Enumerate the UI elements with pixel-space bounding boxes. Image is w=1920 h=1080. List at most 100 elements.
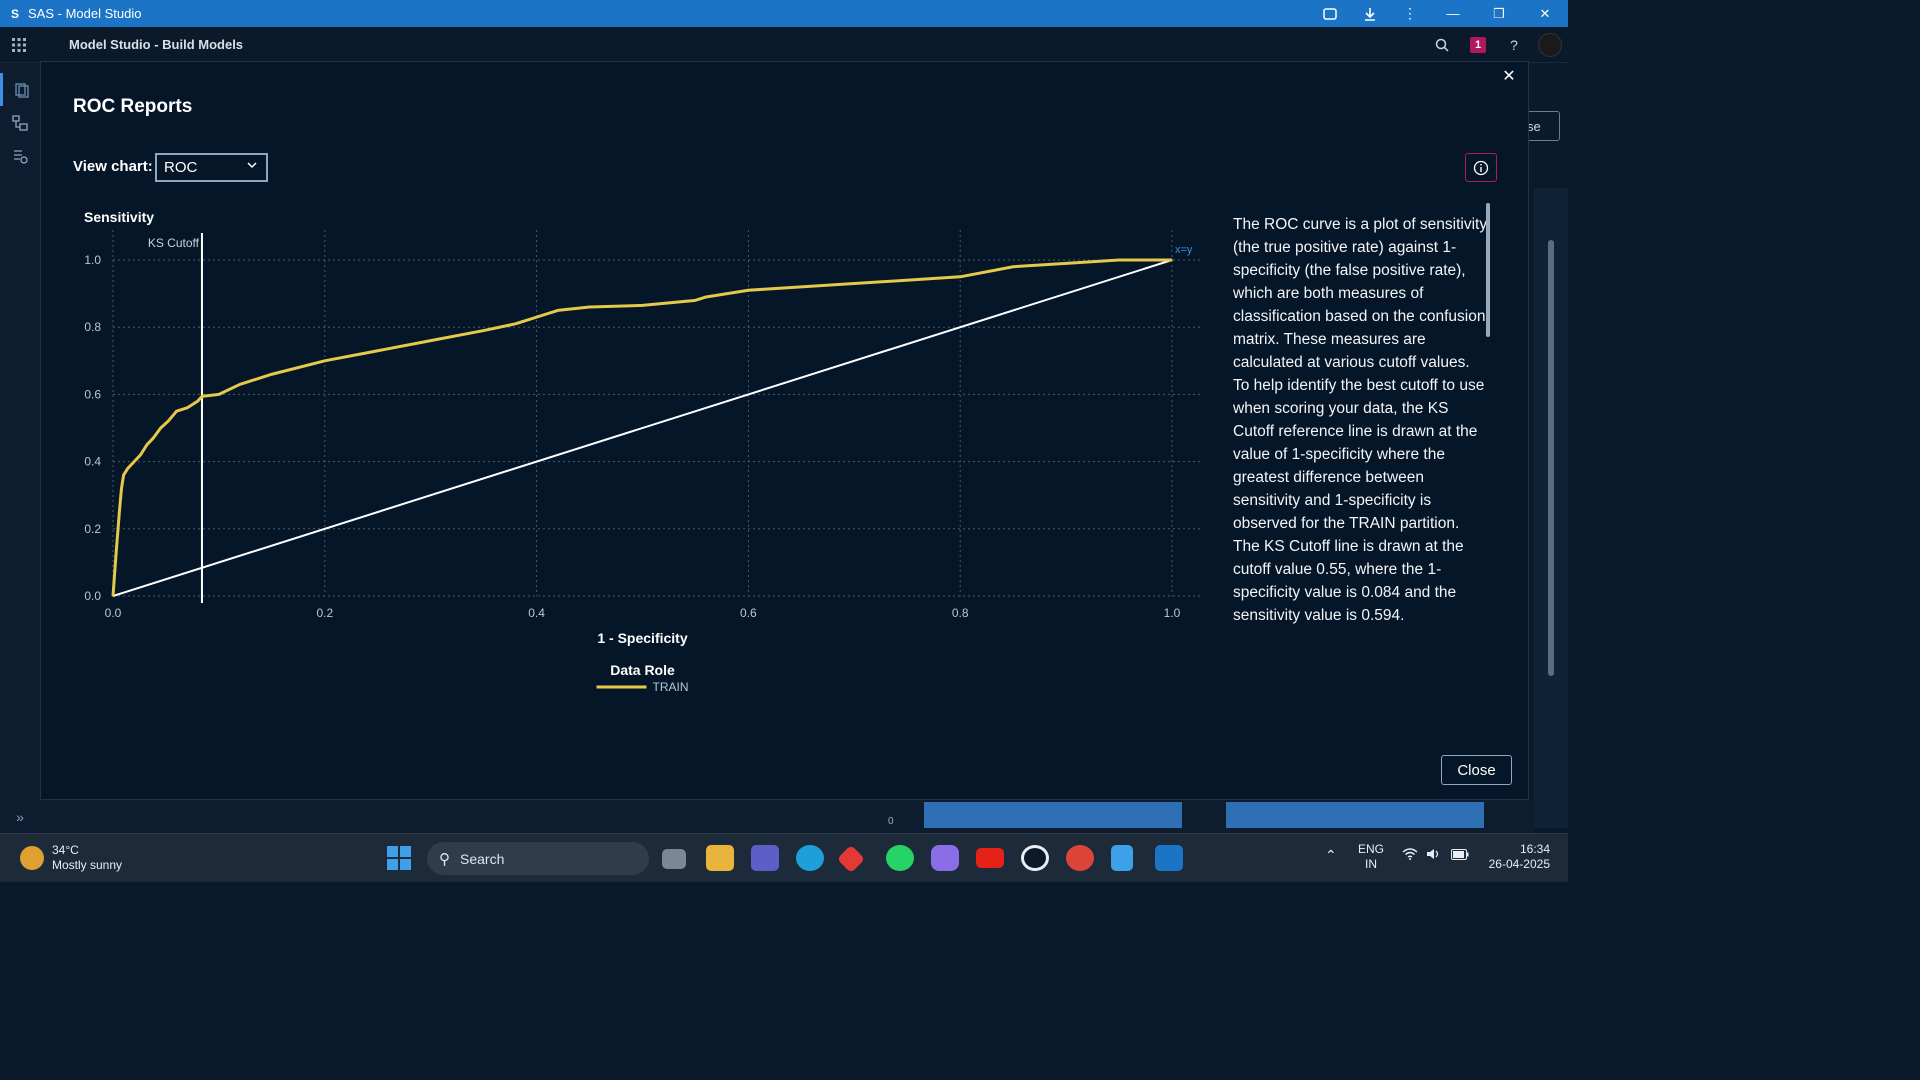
help-icon[interactable]: ?	[1496, 27, 1532, 63]
search-icon[interactable]	[1424, 27, 1460, 63]
roc-data-point	[218, 393, 220, 396]
notepad-icon[interactable]	[1111, 845, 1133, 871]
info-button[interactable]	[1465, 153, 1497, 182]
view-chart-label: View chart:	[73, 158, 153, 175]
clock[interactable]: 16:34 26-04-2025	[1484, 842, 1550, 872]
task-view-icon[interactable]	[662, 849, 686, 869]
y-tick-label: 0.6	[84, 387, 101, 401]
edge-icon[interactable]	[796, 845, 824, 871]
x-tick-label: 0.6	[740, 606, 757, 620]
sas-logo-icon: S	[10, 6, 19, 21]
search-icon: ⚲	[439, 850, 450, 868]
roc-data-point	[159, 427, 162, 429]
y-tick-label: 1.0	[84, 253, 101, 267]
clock-time: 16:34	[1519, 842, 1550, 856]
clock-date: 26-04-2025	[1488, 857, 1550, 871]
language-indicator[interactable]: ENG IN	[1358, 842, 1384, 872]
start-button[interactable]	[387, 846, 411, 870]
roc-data-point	[588, 306, 591, 308]
window-close-button[interactable]: ✕	[1522, 0, 1568, 27]
rail-item-pipelines-icon[interactable]	[0, 106, 40, 139]
roc-data-point	[118, 511, 121, 513]
download-icon[interactable]	[1350, 0, 1390, 27]
avatar	[1538, 33, 1562, 57]
roc-data-point	[271, 373, 273, 376]
close-button[interactable]: Close	[1441, 755, 1512, 785]
x-tick-label: 0.0	[105, 606, 122, 620]
volume-icon[interactable]	[1426, 848, 1442, 864]
roc-data-point	[514, 323, 517, 325]
roc-data-point	[556, 309, 559, 312]
roc-data-point	[112, 595, 114, 597]
weather-temp: 34°C	[52, 843, 79, 857]
roc-data-point	[535, 316, 538, 318]
weather-desc: Mostly sunny	[52, 858, 123, 872]
roc-data-point	[120, 487, 123, 490]
user-menu[interactable]	[1532, 27, 1568, 63]
more-options-icon[interactable]: ⋮	[1390, 0, 1430, 27]
roc-reports-dialog: ✕ ROC Reports View chart: ROC Sensitivit…	[40, 61, 1529, 800]
dialog-close-icon[interactable]: ✕	[1500, 67, 1518, 85]
y-tick-label: 0.4	[84, 455, 101, 469]
roc-data-point	[175, 410, 178, 412]
notification-count: 1	[1470, 37, 1486, 53]
roc-data-point	[1118, 259, 1120, 261]
chrome-icon[interactable]	[1066, 845, 1094, 871]
weather-widget[interactable]: 34°C Mostly sunny	[20, 843, 122, 873]
roc-data-point	[1171, 259, 1173, 261]
roc-description: The ROC curve is a plot of sensitivity (…	[1233, 216, 1488, 624]
tray-overflow-icon[interactable]: ⌃	[1325, 848, 1337, 863]
x-tick-label: 1.0	[1164, 606, 1181, 620]
extensions-icon[interactable]	[1310, 0, 1350, 27]
rail-item-comparison-icon[interactable]	[0, 139, 40, 172]
notifications-button[interactable]: 1	[1460, 27, 1496, 63]
file-explorer-icon[interactable]	[706, 845, 734, 871]
background-scrollbar	[1548, 240, 1554, 676]
description-scrollbar[interactable]	[1486, 203, 1490, 337]
x-tick-label: 0.2	[316, 606, 333, 620]
legend-title: Data Role	[610, 662, 675, 678]
roc-data-point	[133, 460, 135, 463]
roc-data-point	[249, 380, 252, 382]
roc-chart-svg: Sensitivity 0.0 0.2 0.4 0.6 0.8 1.0 0.0 0.2 0.4 0.…	[84, 209, 1202, 694]
roc-data-point	[694, 299, 697, 302]
background-bar	[924, 802, 1182, 828]
taskbar-search-placeholder: Search	[460, 850, 505, 867]
app-launcher-icon[interactable]	[0, 27, 38, 63]
roc-data-point	[201, 395, 203, 398]
copilot-icon[interactable]	[931, 845, 959, 871]
chevron-down-icon	[247, 160, 257, 172]
sas-app-icon[interactable]	[1155, 845, 1183, 871]
view-chart-select[interactable]: ROC	[155, 153, 268, 182]
battery-icon[interactable]	[1451, 849, 1469, 864]
diagonal-reference-line	[112, 259, 1173, 597]
app-header: Model Studio - Build Models 1 ?	[0, 27, 1568, 63]
view-chart-value: ROC	[164, 159, 198, 176]
taskbar-search[interactable]: ⚲ Search	[427, 842, 649, 875]
whatsapp-icon[interactable]	[886, 845, 914, 871]
left-nav-rail: »	[0, 63, 40, 833]
roc-data-point	[324, 360, 326, 362]
restore-button[interactable]: ❐	[1476, 0, 1522, 27]
app-circle-icon[interactable]	[1021, 845, 1049, 871]
wifi-icon[interactable]	[1402, 848, 1418, 864]
x-axis-label: 1 - Specificity	[597, 630, 687, 646]
y-tick-label: 0.2	[84, 522, 101, 536]
roc-data-point	[959, 276, 961, 278]
app-red-diamond-icon[interactable]	[836, 844, 866, 874]
youtube-icon[interactable]	[976, 848, 1004, 868]
diagonal-label: x=y	[1175, 244, 1193, 256]
app-title: Model Studio - Build Models	[69, 37, 244, 52]
ks-cutoff-label: KS Cutoff	[148, 236, 200, 250]
expand-rail-icon[interactable]: »	[0, 805, 40, 829]
minimize-button[interactable]: —	[1430, 0, 1476, 27]
background-axis-label: 0	[888, 816, 894, 827]
roc-data-point	[482, 329, 485, 332]
rail-item-data-icon[interactable]	[0, 73, 40, 106]
roc-data-point	[139, 454, 142, 456]
teams-icon[interactable]	[751, 845, 779, 871]
roc-data-point	[853, 282, 856, 285]
roc-data-point	[726, 292, 729, 295]
y-tick-label: 0.8	[84, 320, 101, 334]
x-tick-label: 0.8	[952, 606, 969, 620]
